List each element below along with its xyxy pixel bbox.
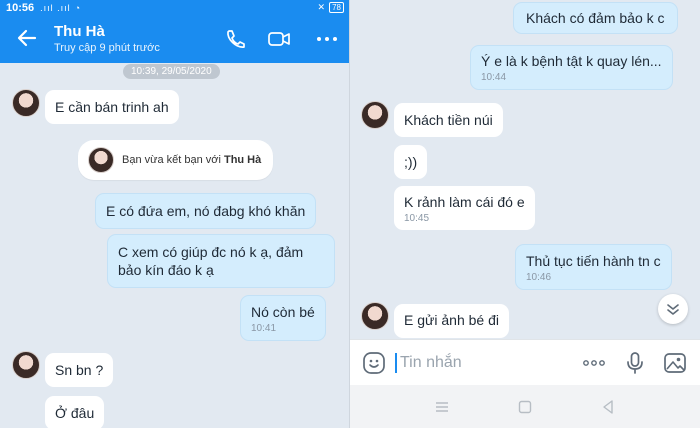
message-bubble[interactable]: K rảnh làm cái đó e 10:45 — [394, 186, 535, 230]
text-cursor — [395, 353, 397, 373]
message-text-line: bảo kín đáo k ạ — [118, 262, 214, 278]
right-chat-panel: Khách có đảm bảo k c Ý e là k bệnh tật k… — [350, 0, 700, 428]
message-bubble[interactable]: ;)) — [394, 145, 428, 179]
battery-indicator: 78 — [329, 2, 344, 13]
message-time: 10:44 — [481, 72, 507, 83]
screenshot-root: 10:56 .ııl .ııl ◔ ✕ 78 Thu Hà Truy cập 9… — [0, 0, 700, 428]
notice-contact-name: Thu Hà — [223, 154, 262, 166]
back-nav-icon[interactable] — [600, 399, 616, 415]
video-call-icon[interactable] — [266, 27, 292, 51]
message-bubble[interactable]: Khách tiền núi — [394, 103, 503, 137]
message-bubble[interactable]: E gửi ảnh bé đi — [394, 304, 509, 338]
message-bubble[interactable]: Ở đâu — [45, 396, 105, 428]
home-icon[interactable] — [517, 399, 533, 415]
image-icon[interactable] — [663, 351, 687, 375]
phone-icon[interactable] — [222, 27, 248, 51]
back-arrow-icon[interactable] — [14, 25, 40, 51]
message-text: Ý e là k bệnh tật k quay lén... — [481, 53, 662, 69]
message-bubble[interactable]: Nó còn bé 10:41 — [240, 295, 326, 341]
message-bubble[interactable]: Ý e là k bệnh tật k quay lén... 10:44 — [470, 45, 673, 90]
more-dots-icon[interactable] — [582, 351, 606, 375]
avatar[interactable] — [361, 302, 389, 330]
status-bar: 10:56 .ııl .ııl ◔ ✕ 78 — [0, 0, 350, 15]
message-bubble[interactable]: Khách có đảm bảo k c — [513, 2, 678, 34]
contact-name[interactable]: Thu Hà — [54, 23, 105, 40]
message-input[interactable]: Tin nhắn — [400, 354, 462, 372]
scroll-to-bottom-button[interactable] — [658, 294, 688, 324]
avatar[interactable] — [361, 101, 389, 129]
message-time: 10:41 — [251, 323, 277, 334]
message-bubble[interactable]: Sn bn ? — [45, 353, 114, 387]
message-time: 10:45 — [404, 213, 430, 224]
message-bubble[interactable]: E có đứa em, nó đabg khó khăn — [95, 193, 317, 229]
avatar — [88, 147, 114, 173]
avatar[interactable] — [12, 89, 40, 117]
mute-icon: ✕ — [317, 2, 326, 12]
chevron-down-icon — [667, 304, 679, 315]
message-text: K rảnh làm cái đó e — [404, 194, 525, 210]
status-time: 10:56 — [6, 1, 35, 14]
microphone-icon[interactable] — [623, 351, 647, 375]
message-text: Nó còn bé — [251, 304, 315, 320]
message-text: Thủ tục tiến hành tn c — [526, 253, 661, 269]
message-bubble[interactable]: Thủ tục tiến hành tn c 10:46 — [515, 244, 672, 290]
message-composer: Tin nhắn — [350, 339, 700, 385]
more-icon[interactable] — [314, 27, 340, 51]
wifi-icon: ◔ — [74, 2, 81, 13]
left-chat-panel: 10:56 .ııl .ııl ◔ ✕ 78 Thu Hà Truy cập 9… — [0, 0, 350, 428]
signal-strength: .ııl .ııl — [40, 2, 71, 13]
last-seen-status: Truy cập 9 phút trước — [54, 42, 160, 54]
date-separator: 10:39, 29/05/2020 — [123, 64, 220, 79]
notice-text: Bạn vừa kết bạn với — [122, 154, 221, 166]
friend-added-notice: Bạn vừa kết bạn với Thu Hà — [78, 140, 274, 180]
message-bubble[interactable]: C xem có giúp đc nó k ạ, đảm bảo kín đáo… — [107, 234, 335, 288]
chat-header: Thu Hà Truy cập 9 phút trước — [0, 15, 350, 63]
message-text-line: C xem có giúp đc nó k ạ, đảm — [118, 244, 304, 260]
emoji-icon[interactable] — [362, 351, 386, 375]
message-bubble[interactable]: E cần bán trinh ah — [45, 90, 179, 124]
menu-icon[interactable] — [434, 399, 450, 415]
system-navigation-bar — [350, 385, 700, 428]
avatar[interactable] — [12, 351, 40, 379]
message-time: 10:46 — [526, 272, 552, 283]
